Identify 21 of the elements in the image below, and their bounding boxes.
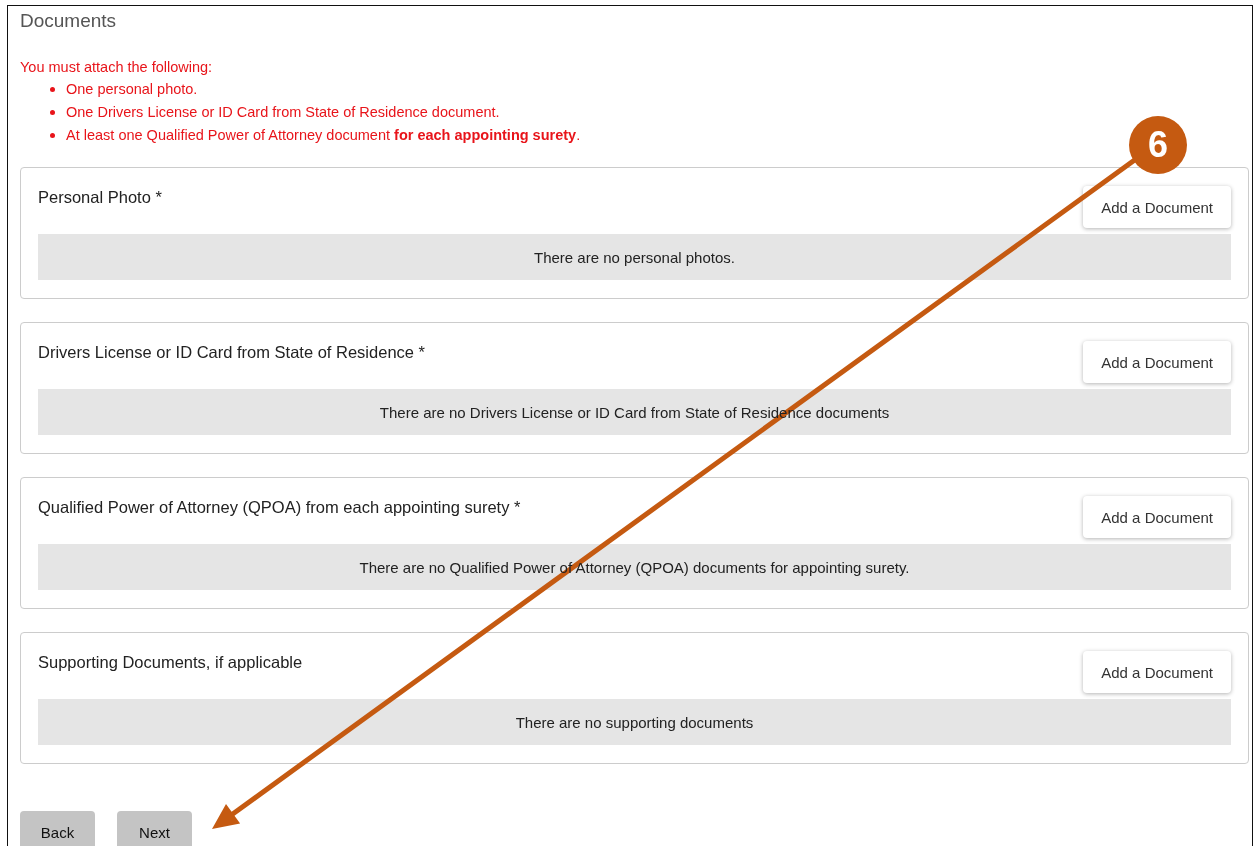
next-button[interactable]: Next	[117, 811, 192, 846]
section-title: Personal Photo *	[38, 187, 162, 208]
requirements-intro: You must attach the following:	[20, 58, 214, 77]
requirement-text: One personal photo.	[66, 80, 198, 99]
add-document-button[interactable]: Add a Document	[1083, 496, 1231, 538]
back-button[interactable]: Back	[20, 811, 95, 846]
step-badge: 6	[1129, 116, 1187, 174]
section-title: Supporting Documents, if applicable	[38, 652, 303, 673]
bullet-icon	[50, 110, 55, 115]
requirement-text: One Drivers License or ID Card from State of Residence document.	[66, 103, 500, 122]
section-title: Drivers License or ID Card from State of Residence *	[38, 342, 425, 363]
empty-message: There are no personal photos.	[534, 248, 735, 266]
add-document-button[interactable]: Add a Document	[1083, 651, 1231, 693]
bullet-icon	[50, 87, 55, 92]
bullet-icon	[50, 133, 55, 138]
requirement-text: At least one Qualified Power of Attorney document for each appointing surety.	[66, 126, 581, 145]
page-title: Documents	[20, 10, 118, 32]
empty-message: There are no supporting documents	[515, 713, 754, 731]
add-document-button[interactable]: Add a Document	[1083, 341, 1231, 383]
add-document-button[interactable]: Add a Document	[1083, 186, 1231, 228]
section-title: Qualified Power of Attorney (QPOA) from each appointing surety *	[38, 497, 521, 518]
